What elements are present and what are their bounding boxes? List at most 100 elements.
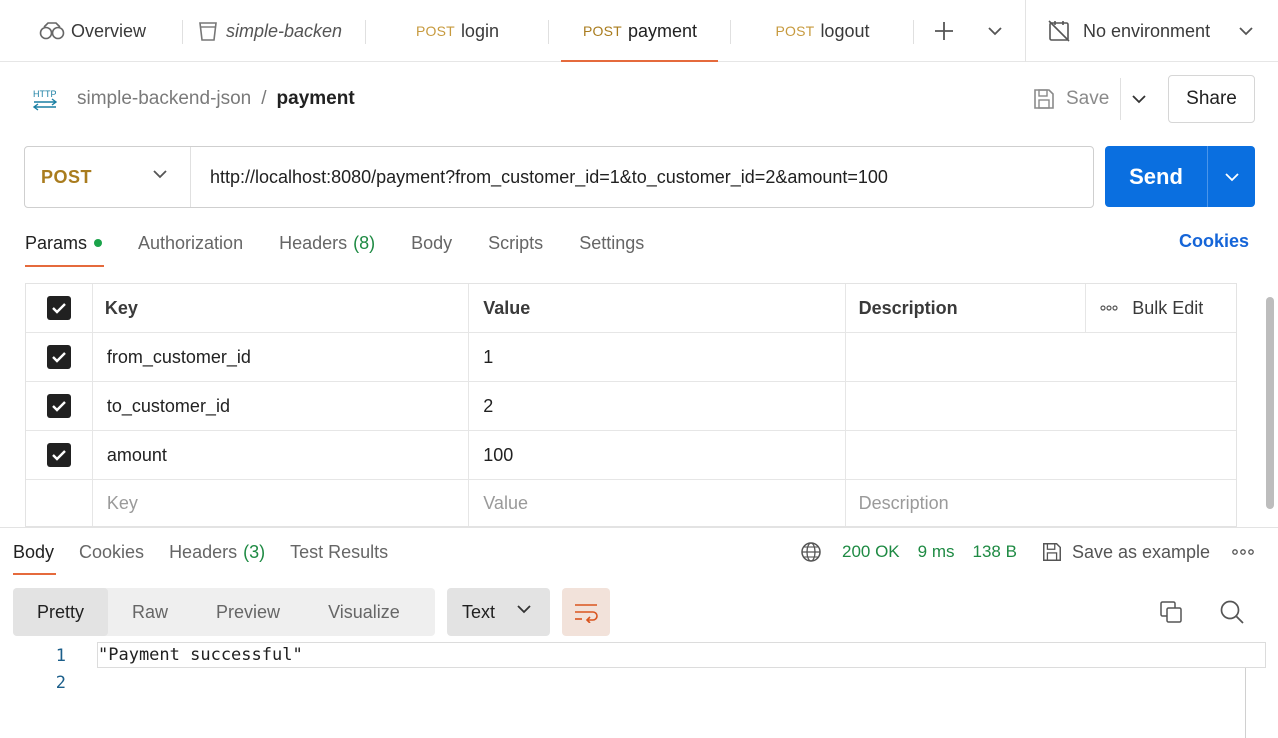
chevron-down-icon (152, 169, 168, 179)
tab-collection[interactable]: simple-backen (183, 0, 366, 62)
tab-settings-label: Settings (579, 232, 645, 253)
line-number: 1 (55, 646, 66, 666)
chevron-down-icon (987, 26, 1003, 36)
format-preview[interactable]: Preview (192, 588, 304, 636)
tab-bar: Overview simple-backen POST login POST p… (0, 0, 1278, 62)
param-value[interactable]: 1 (469, 333, 846, 381)
column-header-description: Description (846, 284, 1087, 332)
chevron-down-icon[interactable] (1208, 172, 1255, 182)
response-tab-cookies[interactable]: Cookies (79, 542, 144, 563)
param-description[interactable] (846, 333, 1236, 381)
scrollbar[interactable] (1266, 297, 1274, 509)
active-tab-indicator (561, 60, 718, 62)
tab-authorization[interactable]: Authorization (138, 233, 243, 254)
tabs-dropdown-button[interactable] (978, 0, 1012, 62)
param-value[interactable]: 2 (469, 382, 846, 430)
tab-payment[interactable]: POST payment (549, 0, 731, 62)
select-all-checkbox[interactable] (46, 296, 71, 320)
method-badge: POST (775, 23, 815, 39)
more-icon[interactable] (1232, 549, 1254, 555)
param-description[interactable] (846, 431, 1236, 479)
globe-icon[interactable] (800, 541, 822, 563)
response-meta: 200 OK 9 ms 138 B Save as example (800, 538, 1254, 566)
tab-body[interactable]: Body (411, 233, 452, 254)
more-icon (1100, 305, 1118, 311)
row-checkbox[interactable] (46, 345, 71, 369)
environment-selector[interactable]: No environment (1025, 0, 1278, 62)
send-button[interactable]: Send (1105, 146, 1255, 207)
row-checkbox-cell (26, 333, 93, 381)
bulk-edit-button[interactable]: Bulk Edit (1086, 284, 1236, 332)
tab-overview[interactable]: Overview (0, 0, 183, 62)
new-description-input[interactable]: Description (846, 480, 1236, 526)
response-tab-headers[interactable]: Headers (3) (169, 542, 265, 563)
active-request-tab-indicator (25, 265, 104, 267)
tab-headers-label: Headers (279, 232, 348, 253)
url-input[interactable]: http://localhost:8080/payment?from_custo… (191, 167, 888, 188)
breadcrumb-collection[interactable]: simple-backend-json (77, 88, 251, 110)
row-checkbox-cell (26, 382, 93, 430)
tab-scripts[interactable]: Scripts (488, 233, 543, 254)
no-environment-icon (1047, 19, 1071, 43)
param-value[interactable]: 100 (469, 431, 846, 479)
response-tab-body[interactable]: Body (13, 542, 54, 563)
chevron-down-icon (1238, 26, 1254, 36)
bulk-edit-label: Bulk Edit (1132, 297, 1204, 318)
row-checkbox-cell (26, 431, 93, 479)
response-tab-headers-label: Headers (169, 541, 238, 562)
chevron-down-icon (516, 604, 532, 614)
param-key[interactable]: amount (93, 431, 470, 479)
tab-label: Overview (71, 20, 147, 41)
row-checkbox[interactable] (46, 394, 71, 418)
response-status[interactable]: 200 OK (842, 542, 900, 562)
tab-logout[interactable]: POST logout (731, 0, 914, 62)
param-key[interactable]: to_customer_id (93, 382, 470, 430)
save-button[interactable]: Save (1032, 84, 1109, 114)
format-raw[interactable]: Raw (108, 588, 192, 636)
new-key-input[interactable]: Key (93, 480, 470, 526)
save-icon (1041, 541, 1063, 563)
new-value-input[interactable]: Value (469, 480, 846, 526)
search-icon[interactable] (1219, 599, 1245, 625)
tab-headers[interactable]: Headers (8) (279, 233, 375, 254)
tab-login[interactable]: POST login (366, 0, 549, 62)
tab-params[interactable]: Params (25, 233, 103, 254)
tab-body-label: Body (411, 232, 453, 253)
wrap-lines-icon (573, 601, 599, 623)
response-time[interactable]: 9 ms (918, 542, 955, 562)
params-table: Key Value Description Bulk Edit from_cus… (25, 283, 1237, 527)
chevron-down-icon (1131, 94, 1147, 104)
response-size[interactable]: 138 B (973, 542, 1017, 562)
collection-icon (198, 20, 218, 42)
save-options-button[interactable] (1120, 78, 1156, 120)
tab-scripts-label: Scripts (488, 232, 544, 253)
breadcrumb-request[interactable]: payment (277, 88, 355, 110)
format-pretty[interactable]: Pretty (13, 588, 109, 636)
tab-label: login (460, 20, 499, 41)
environment-label: No environment (1083, 20, 1211, 41)
response-type-select[interactable]: Text (447, 588, 550, 636)
wrap-lines-button[interactable] (562, 588, 610, 636)
save-as-example-button[interactable]: Save as example (1072, 542, 1210, 563)
tab-settings[interactable]: Settings (579, 233, 644, 254)
copy-icon[interactable] (1158, 599, 1184, 625)
overview-icon (39, 21, 65, 41)
breadcrumb: HTTP simple-backend-json / payment (31, 84, 355, 114)
table-row: to_customer_id 2 (26, 382, 1236, 431)
response-tab-test-results[interactable]: Test Results (290, 542, 388, 563)
column-header-key: Key (93, 284, 470, 332)
new-tab-button[interactable] (926, 0, 962, 62)
method-badge: POST (583, 23, 622, 39)
response-type-value: Text (462, 601, 496, 622)
pane-divider[interactable] (0, 527, 1278, 528)
share-button[interactable]: Share (1168, 75, 1255, 123)
format-visualize[interactable]: Visualize (304, 588, 424, 636)
url-bar: POST http://localhost:8080/payment?from_… (24, 146, 1094, 208)
breadcrumb-separator: / (261, 88, 267, 109)
param-description[interactable] (846, 382, 1236, 430)
param-key[interactable]: from_customer_id (93, 333, 470, 381)
code-line: "Payment successful" (97, 642, 1266, 668)
row-checkbox[interactable] (46, 443, 71, 467)
cookies-link[interactable]: Cookies (1179, 231, 1249, 252)
method-select[interactable]: POST (25, 147, 191, 207)
